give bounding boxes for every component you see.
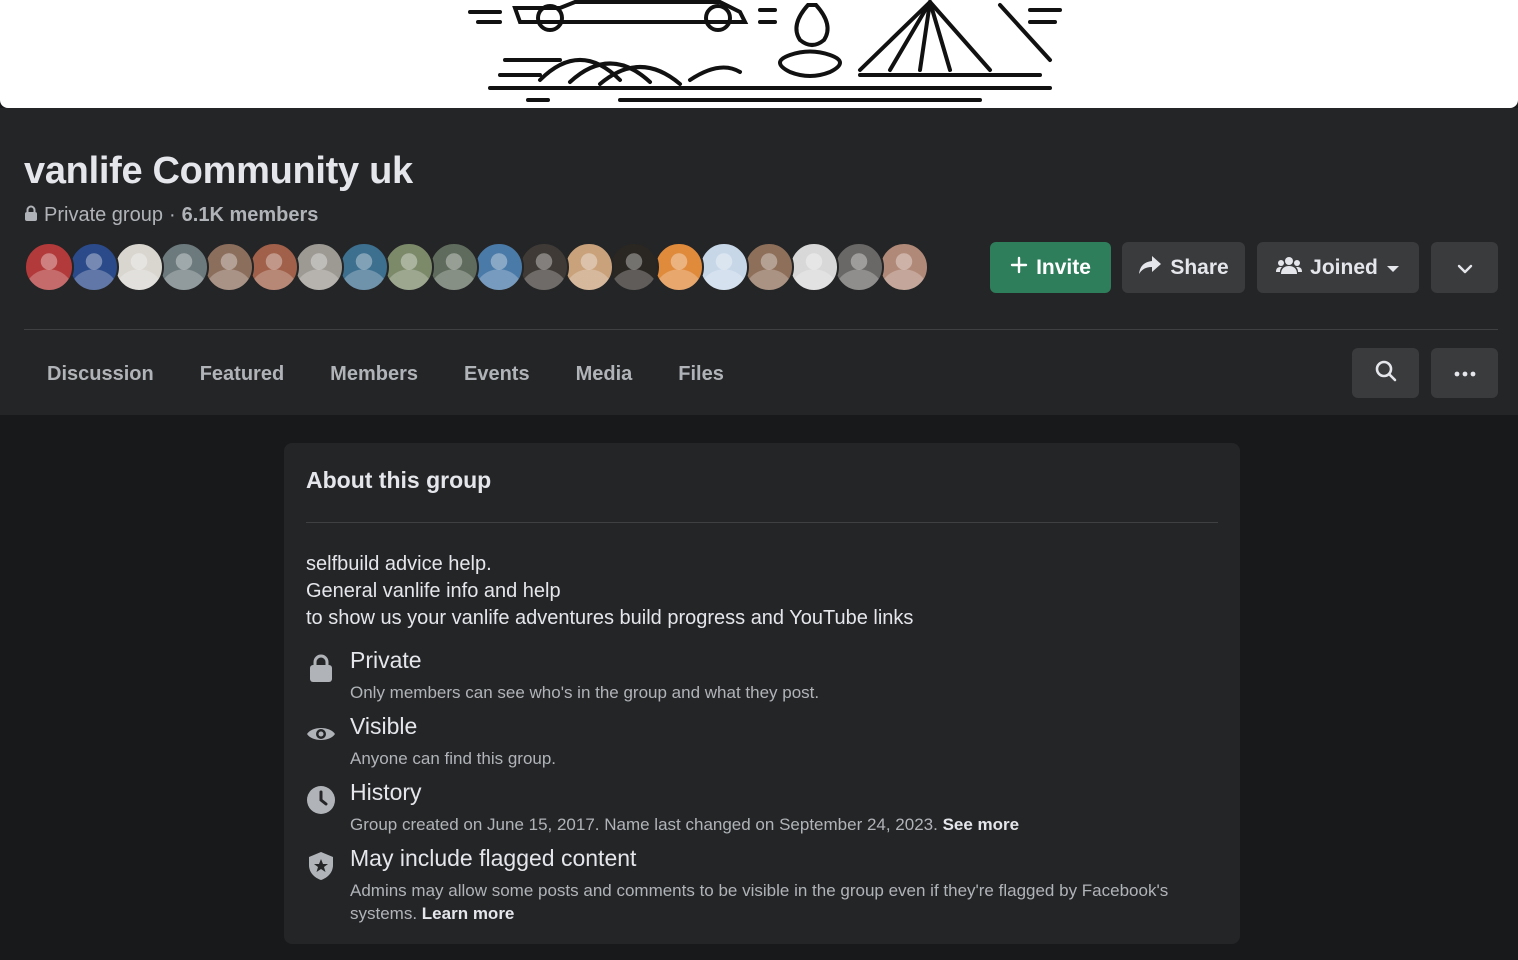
member-avatar[interactable] (474, 242, 524, 292)
header-divider (24, 329, 1498, 330)
clock-icon (306, 785, 336, 815)
share-icon (1138, 254, 1162, 282)
search-icon (1374, 359, 1398, 388)
ellipsis-icon (1454, 364, 1476, 382)
about-title: About this group (306, 467, 492, 493)
shield-star-icon (306, 851, 336, 881)
people-icon (1276, 255, 1303, 281)
info-text: Anyone can find this group. (350, 747, 1190, 770)
member-avatar[interactable] (744, 242, 794, 292)
search-button[interactable] (1352, 348, 1419, 398)
info-text-body: Only members can see who's in the group … (350, 683, 820, 702)
meta-separator: · (168, 204, 176, 226)
tab-members[interactable]: Members (307, 349, 441, 399)
see-more-link[interactable]: See more (943, 815, 1020, 834)
cover-illustration (468, 0, 1062, 102)
tab-more-button[interactable] (1431, 348, 1498, 398)
tab-media[interactable]: Media (553, 349, 656, 399)
info-title: Private (350, 647, 422, 673)
tab-events[interactable]: Events (441, 349, 553, 399)
cover-photo (0, 0, 1518, 108)
about-description: selfbuild advice help. General vanlife i… (306, 551, 913, 632)
info-title: May include flagged content (350, 845, 637, 871)
privacy-label: Private group (44, 204, 163, 226)
about-divider (306, 522, 1218, 523)
invite-label: Invite (1036, 255, 1091, 279)
tab-files[interactable]: Files (655, 349, 747, 399)
info-text: Group created on June 15, 2017. Name las… (350, 813, 1190, 836)
description-line: to show us your vanlife adventures build… (306, 607, 914, 629)
member-avatar[interactable] (834, 242, 884, 292)
group-meta: Private group · 6.1K members (24, 204, 318, 227)
description-line: General vanlife info and help (306, 580, 561, 602)
share-button[interactable]: Share (1122, 242, 1245, 293)
lock-icon (306, 653, 336, 683)
member-avatar[interactable] (384, 242, 434, 292)
info-title: History (350, 779, 422, 805)
info-text-body: Group created on June 15, 2017. Name las… (350, 815, 943, 834)
about-card: About this group selfbuild advice help. … (284, 443, 1240, 944)
chevron-down-icon (1457, 256, 1473, 280)
member-avatar[interactable] (654, 242, 704, 292)
member-avatar[interactable] (159, 242, 209, 292)
info-text-body: Anyone can find this group. (350, 749, 557, 768)
invite-button[interactable]: Invite (990, 242, 1111, 293)
member-count[interactable]: 6.1K members (182, 204, 319, 227)
member-avatar[interactable] (294, 242, 344, 292)
joined-button[interactable]: Joined (1257, 242, 1419, 293)
member-avatar[interactable] (114, 242, 164, 292)
group-title: vanlife Community uk (24, 150, 413, 192)
share-label: Share (1170, 255, 1229, 279)
member-avatar[interactable] (204, 242, 254, 292)
member-avatars (24, 242, 929, 294)
member-avatar[interactable] (879, 242, 929, 292)
eye-icon (306, 719, 336, 749)
info-text: Only members can see who's in the group … (350, 681, 1190, 704)
learn-more-link[interactable]: Learn more (422, 904, 515, 923)
lock-icon (24, 204, 38, 227)
member-avatar[interactable] (564, 242, 614, 292)
member-avatar[interactable] (69, 242, 119, 292)
member-avatar[interactable] (699, 242, 749, 292)
member-avatar[interactable] (24, 242, 74, 292)
member-avatar[interactable] (609, 242, 659, 292)
member-avatar[interactable] (789, 242, 839, 292)
caret-down-icon (1386, 256, 1400, 280)
tab-discussion[interactable]: Discussion (24, 349, 177, 399)
info-title: Visible (350, 713, 418, 739)
member-avatar[interactable] (429, 242, 479, 292)
plus-icon (1010, 256, 1028, 280)
tab-featured[interactable]: Featured (177, 349, 307, 399)
info-text: Admins may allow some posts and comments… (350, 879, 1190, 925)
group-tabs: Discussion Featured Members Events Media File… (24, 349, 747, 399)
member-avatar[interactable] (339, 242, 389, 292)
group-header: vanlife Community uk Private group · 6.1… (0, 108, 1518, 415)
description-line: selfbuild advice help. (306, 553, 492, 575)
joined-label: Joined (1310, 255, 1378, 279)
member-avatar[interactable] (519, 242, 569, 292)
member-avatar[interactable] (249, 242, 299, 292)
more-options-button[interactable] (1431, 242, 1498, 293)
